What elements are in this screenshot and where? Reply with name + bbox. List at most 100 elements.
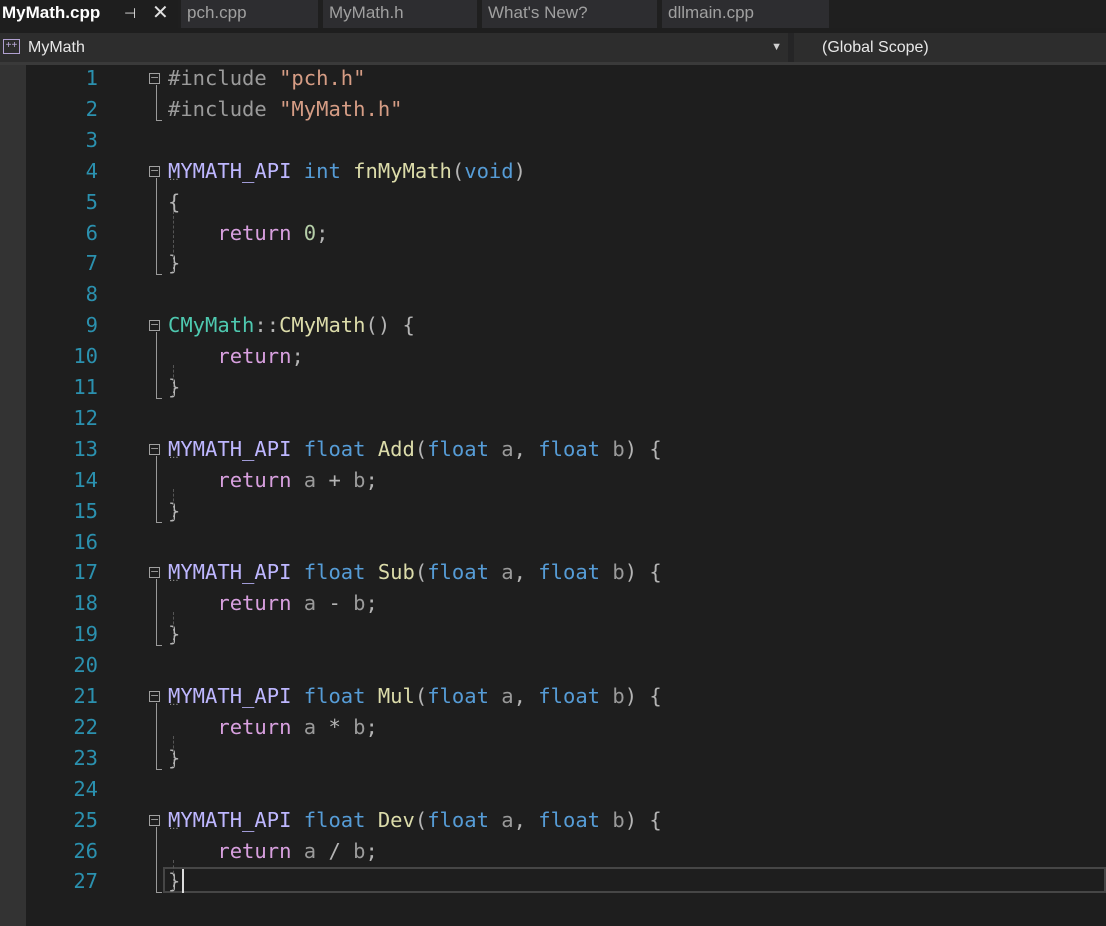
line-number: 18 — [73, 591, 98, 616]
line-number: 4 — [85, 158, 98, 183]
tab-label: What's New? — [488, 3, 588, 22]
code-line[interactable]: 26 return a / b; — [0, 836, 1106, 867]
tab-label: MyMath.h — [329, 3, 404, 22]
quick-info-dots[interactable]: ··· — [169, 453, 179, 464]
document-tab-bar: MyMath.cpp ⊣ ✕ pch.cpp MyMath.h What's N… — [0, 0, 1106, 28]
navigation-bar: ++ MyMath ▼ (Global Scope) — [0, 33, 1106, 65]
code-line[interactable]: 1 #include "pch.h" — [0, 63, 1106, 94]
quick-info-dots[interactable]: ··· — [169, 701, 179, 711]
code-line[interactable]: 22 return a * b; — [0, 712, 1106, 743]
code-editor[interactable]: 1 #include "pch.h" 2 #include "MyMath.h" 3 4 M… — [0, 65, 1106, 926]
tab-pch-cpp[interactable]: pch.cpp — [181, 0, 318, 28]
line-number: 14 — [73, 467, 98, 492]
code-line[interactable]: 16 — [0, 527, 1106, 558]
code-text: MYMATH_API float Add(float a, float b) { — [168, 436, 662, 461]
code-line[interactable]: 10 return; — [0, 341, 1106, 372]
line-number: 5 — [85, 189, 98, 214]
tab-whats-new[interactable]: What's New? — [482, 0, 657, 28]
code-text: return 0; — [217, 220, 329, 245]
code-line[interactable]: 18 return a - b; — [0, 588, 1106, 619]
code-line[interactable]: 14 return a + b; — [0, 465, 1106, 496]
code-line[interactable]: 8 — [0, 279, 1106, 310]
code-line[interactable]: 25 MYMATH_API float Dev(float a, float b)… — [0, 805, 1106, 836]
code-text: } — [168, 251, 181, 276]
outlining-guide-end — [156, 398, 162, 399]
tab-mymath-h[interactable]: MyMath.h — [323, 0, 477, 28]
outlining-guide — [156, 85, 157, 120]
tab-label: MyMath.cpp — [2, 3, 101, 22]
code-text: #include "MyMath.h" — [168, 96, 403, 121]
code-text: MYMATH_API float Sub(float a, float b) { — [168, 560, 662, 585]
code-line[interactable]: 9 CMyMath::CMyMath() { — [0, 310, 1106, 341]
project-dropdown[interactable]: ++ MyMath ▼ — [0, 33, 788, 62]
code-line[interactable]: 19} — [0, 619, 1106, 650]
line-number: 8 — [85, 282, 98, 307]
code-line[interactable]: 27} — [0, 866, 1106, 897]
line-number: 9 — [85, 313, 98, 338]
line-number: 11 — [73, 375, 98, 399]
line-number: 20 — [73, 653, 98, 678]
collapse-toggle-icon[interactable]: − — [149, 443, 160, 455]
quick-info-dots[interactable]: ··· — [169, 824, 179, 835]
code-line[interactable]: 17 MYMATH_API float Sub(float a, float b)… — [0, 557, 1106, 588]
close-icon[interactable]: ✕ — [152, 0, 169, 26]
collapse-toggle-icon[interactable]: − — [149, 319, 160, 332]
collapse-toggle-icon[interactable]: − — [149, 165, 160, 177]
code-text: MYMATH_API float Mul(float a, float b) { — [168, 684, 662, 708]
code-text: } — [168, 498, 181, 523]
code-text: return a / b; — [217, 838, 378, 863]
code-text: { — [168, 189, 181, 214]
code-line[interactable]: 3 — [0, 125, 1106, 156]
collapse-toggle-icon[interactable]: − — [149, 690, 160, 702]
code-line[interactable]: 24 — [0, 774, 1106, 805]
outlining-guide-end — [156, 274, 162, 276]
code-text: MYMATH_API int fnMyMath(void) — [168, 158, 526, 183]
outlining-guide-end — [156, 521, 162, 523]
line-number: 3 — [85, 127, 98, 152]
code-text: #include "pch.h" — [168, 66, 366, 90]
code-line[interactable]: 20 — [0, 650, 1106, 681]
line-number: 2 — [85, 96, 98, 121]
code-line[interactable]: 23} — [0, 743, 1106, 774]
code-line[interactable]: 7} — [0, 248, 1106, 279]
outlining-guide-end — [156, 645, 162, 647]
pin-icon[interactable]: ⊣ — [124, 0, 136, 26]
code-text: CMyMath::CMyMath() { — [168, 313, 415, 338]
code-text: MYMATH_API float Dev(float a, float b) { — [168, 807, 662, 832]
collapse-toggle-icon[interactable]: − — [149, 814, 160, 826]
code-text: } — [168, 622, 181, 647]
tab-mymath-cpp[interactable]: MyMath.cpp ⊣ ✕ — [0, 0, 178, 28]
code-text: return a + b; — [217, 467, 378, 492]
project-name: MyMath — [28, 39, 85, 56]
indent-guide — [173, 859, 174, 891]
outlining-guide — [156, 455, 157, 522]
indent-guide — [173, 612, 174, 644]
code-text: } — [168, 745, 181, 770]
code-line[interactable]: 13 MYMATH_API float Add(float a, float b)… — [0, 434, 1106, 465]
collapse-toggle-icon[interactable]: − — [149, 566, 160, 579]
tab-dllmain-cpp[interactable]: dllmain.cpp — [662, 0, 829, 28]
line-number: 10 — [73, 344, 98, 369]
code-text: } — [168, 869, 181, 894]
line-number: 22 — [73, 714, 98, 739]
outlining-guide — [156, 332, 157, 398]
quick-info-dots[interactable]: ··· — [169, 577, 179, 587]
quick-info-dots[interactable]: ··· — [169, 175, 179, 186]
line-number: 24 — [73, 776, 98, 801]
line-number: 6 — [85, 220, 98, 245]
line-number: 7 — [85, 251, 98, 276]
line-number: 27 — [73, 869, 98, 894]
code-text: return a * b; — [217, 714, 378, 739]
code-line[interactable]: 4 MYMATH_API int fnMyMath(void) — [0, 156, 1106, 187]
code-line[interactable]: 6 return 0; — [0, 218, 1106, 249]
code-line[interactable]: 21 MYMATH_API float Mul(float a, float b)… — [0, 681, 1106, 712]
code-line[interactable]: 12 — [0, 403, 1106, 434]
code-line[interactable]: 15} — [0, 496, 1106, 527]
scope-dropdown[interactable]: (Global Scope) — [794, 33, 1106, 62]
line-number: 17 — [73, 560, 98, 585]
code-line[interactable]: 5{ — [0, 187, 1106, 218]
code-line[interactable]: 11} — [0, 372, 1106, 403]
code-line[interactable]: 2 #include "MyMath.h" — [0, 94, 1106, 125]
collapse-toggle-icon[interactable]: − — [149, 72, 160, 84]
outlining-guide — [156, 703, 157, 769]
